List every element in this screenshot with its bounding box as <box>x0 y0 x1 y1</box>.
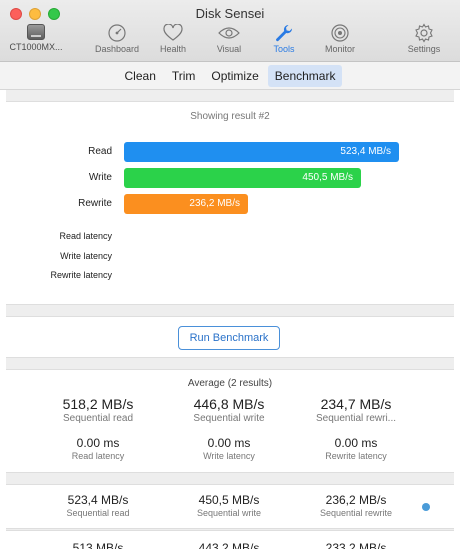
result-row[interactable]: 513 MB/s 443,2 MB/s 233,2 MB/s <box>6 530 454 549</box>
avg-rewrite-latency: 0.00 ms Rewrite latency <box>286 436 426 461</box>
rewrite-bar: 236,2 MB/s <box>124 194 248 214</box>
showing-result-label: Showing result #2 <box>190 111 270 122</box>
bar-label-rewrite: Rewrite <box>78 198 112 209</box>
tools-subtabs: Clean Trim Optimize Benchmark <box>0 62 460 90</box>
stat-value: 518,2 MB/s <box>62 396 134 412</box>
stat-value: 236,2 MB/s <box>325 493 387 507</box>
stat-value: 523,4 MB/s <box>67 493 129 507</box>
avg-seq-write: 446,8 MB/s Sequential write <box>159 396 299 424</box>
average-panel: Average (2 results) 518,2 MB/s Sequentia… <box>6 369 454 473</box>
toolbar-settings[interactable]: Settings <box>394 22 454 54</box>
window-title: Disk Sensei <box>195 6 265 21</box>
write-latency-label: Write latency <box>60 251 112 261</box>
read-bar-row: Read 523,4 MB/s <box>6 142 454 162</box>
write-bar: 450,5 MB/s <box>124 168 361 188</box>
stat-value: 450,5 MB/s <box>198 493 260 507</box>
benchmark-content: Showing result #2 Read 523,4 MB/s Write … <box>6 90 454 549</box>
result-seq-read: 513 MB/s <box>28 541 168 549</box>
tab-trim[interactable]: Trim <box>165 65 203 87</box>
read-bar: 523,4 MB/s <box>124 142 399 162</box>
tab-clean[interactable]: Clean <box>118 65 163 87</box>
stat-label: Sequential rewri... <box>315 413 397 424</box>
result-seq-read: 523,4 MB/s Sequential read <box>28 493 168 518</box>
tab-benchmark[interactable]: Benchmark <box>267 64 343 87</box>
bar-label-read: Read <box>88 146 112 157</box>
window-toolbar: Disk Sensei CT1000MX... Dashboard Health… <box>0 0 460 62</box>
stat-label: Rewrite latency <box>325 451 387 461</box>
disk-selector[interactable]: CT1000MX... <box>6 24 66 52</box>
selected-result-indicator <box>422 503 430 511</box>
result-seq-rewrite: 233,2 MB/s <box>286 541 426 549</box>
stat-label: Sequential write <box>193 413 265 424</box>
toolbar-label: Tools <box>273 44 295 54</box>
write-bar-row: Write 450,5 MB/s <box>6 168 454 188</box>
stat-label: Write latency <box>203 451 255 461</box>
run-benchmark-button[interactable]: Run Benchmark <box>178 326 280 350</box>
result-row[interactable]: 523,4 MB/s Sequential read 450,5 MB/s Se… <box>6 484 454 529</box>
radar-icon <box>331 24 349 42</box>
result-seq-rewrite: 236,2 MB/s Sequential rewrite <box>286 493 426 518</box>
toolbar-label: Monitor <box>324 44 355 54</box>
toolbar-label: Dashboard <box>94 44 140 54</box>
stat-value: 0.00 ms <box>334 436 378 450</box>
stat-label: Sequential write <box>196 508 262 518</box>
stat-value: 0.00 ms <box>207 436 251 450</box>
toolbar-label: Settings <box>407 44 441 54</box>
result-panel: Showing result #2 Read 523,4 MB/s Write … <box>6 101 454 305</box>
toolbar-monitor[interactable]: Monitor <box>310 22 370 54</box>
result-seq-write: 450,5 MB/s Sequential write <box>159 493 299 518</box>
toolbar-label: Visual <box>216 44 242 54</box>
heart-icon <box>163 24 183 41</box>
toolbar-tools[interactable]: Tools <box>254 22 314 54</box>
toolbar-dashboard[interactable]: Dashboard <box>87 22 147 54</box>
stat-value: 233,2 MB/s <box>325 541 387 549</box>
average-title: Average (2 results) <box>187 378 273 389</box>
bar-label-write: Write <box>88 172 112 183</box>
toolbar-label: Health <box>159 44 186 54</box>
stat-label: Sequential rewrite <box>319 508 393 518</box>
avg-seq-rewrite: 234,7 MB/s Sequential rewri... <box>286 396 426 424</box>
stat-label: Read latency <box>71 451 125 461</box>
avg-write-latency: 0.00 ms Write latency <box>159 436 299 461</box>
read-latency-label: Read latency <box>59 231 112 241</box>
stat-value: 234,7 MB/s <box>320 396 392 412</box>
stat-label: Sequential read <box>66 508 130 518</box>
avg-seq-read: 518,2 MB/s Sequential read <box>28 396 168 424</box>
gear-icon <box>415 23 433 43</box>
toolbar-visual[interactable]: Visual <box>199 22 259 54</box>
rewrite-latency-label: Rewrite latency <box>50 270 112 280</box>
result-seq-write: 443,2 MB/s <box>159 541 299 549</box>
stat-value: 0.00 ms <box>76 436 120 450</box>
tab-optimize[interactable]: Optimize <box>204 65 265 87</box>
avg-read-latency: 0.00 ms Read latency <box>28 436 168 461</box>
wrench-icon <box>276 24 293 42</box>
disk-label: CT1000MX... <box>9 42 63 52</box>
stat-value: 446,8 MB/s <box>193 396 265 412</box>
rewrite-bar-row: Rewrite 236,2 MB/s <box>6 194 454 214</box>
run-panel: Run Benchmark <box>6 316 454 358</box>
disk-icon <box>27 24 45 40</box>
stat-value: 443,2 MB/s <box>198 541 260 549</box>
toolbar-health[interactable]: Health <box>143 22 203 54</box>
eye-icon <box>218 27 240 39</box>
stat-label: Sequential read <box>62 413 134 424</box>
stat-value: 513 MB/s <box>72 541 124 549</box>
gauge-icon <box>108 24 126 42</box>
